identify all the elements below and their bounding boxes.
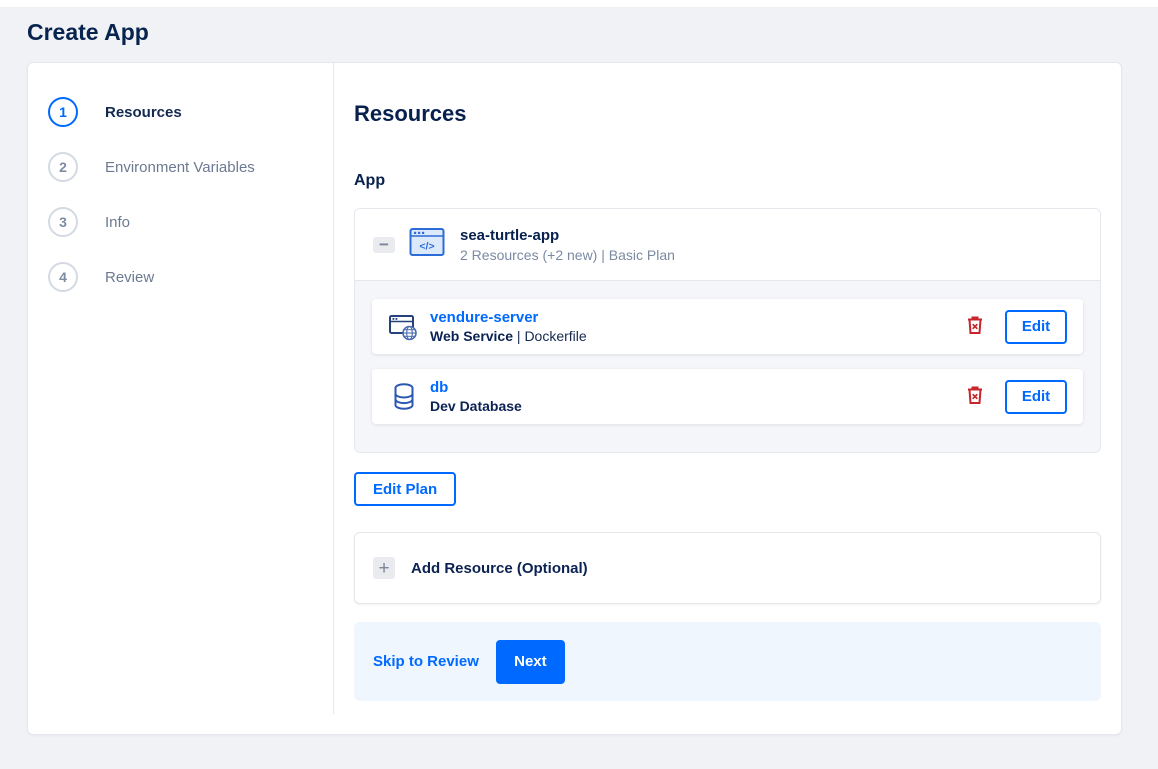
delete-resource-button[interactable] <box>964 313 986 340</box>
resource-titles: vendure-server Web Service | Dockerfile <box>430 309 964 344</box>
step-label: Review <box>105 268 155 286</box>
resource-titles: db Dev Database <box>430 379 964 414</box>
app-meta: 2 Resources (+2 new) | Basic Plan <box>460 246 675 263</box>
resource-detail: Dockerfile <box>524 328 587 344</box>
app-window-icon: </> <box>407 222 447 267</box>
app-card: − </> sea-turtle-app 2 Resources (+2 new… <box>354 208 1101 453</box>
web-service-icon <box>388 311 420 343</box>
app-card-body: vendure-server Web Service | Dockerfile <box>355 280 1100 452</box>
step-label: Info <box>105 213 131 231</box>
page-title: Create App <box>27 19 149 45</box>
resource-subtitle: Web Service | Dockerfile <box>430 328 964 344</box>
database-icon <box>388 382 420 412</box>
wizard-footer: Skip to Review Next <box>354 622 1101 701</box>
step-label: Resources <box>105 103 182 121</box>
step-info[interactable]: 3 Info <box>48 207 334 237</box>
add-resource-expand-button[interactable]: + <box>373 557 395 579</box>
edit-resource-button[interactable]: Edit <box>1005 309 1067 344</box>
step-number-badge: 3 <box>48 207 78 237</box>
create-app-wizard-card: 1 Resources 2 Environment Variables 3 In… <box>27 62 1122 735</box>
step-review[interactable]: 4 Review <box>48 262 334 292</box>
top-strip <box>0 0 1158 7</box>
resource-row-web-service: vendure-server Web Service | Dockerfile <box>372 299 1083 354</box>
resource-type: Dev Database <box>430 398 522 414</box>
trash-icon <box>966 315 984 338</box>
trash-icon <box>966 385 984 408</box>
resource-subtitle: Dev Database <box>430 398 964 414</box>
resource-type: Web Service <box>430 328 514 344</box>
resource-subtitle-separator: | <box>513 328 525 344</box>
wizard-stepper: 1 Resources 2 Environment Variables 3 In… <box>28 63 334 734</box>
minus-icon: − <box>379 235 389 254</box>
app-titles: sea-turtle-app 2 Resources (+2 new) | Ba… <box>460 227 675 263</box>
step-number-badge: 4 <box>48 262 78 292</box>
plus-icon: + <box>378 557 390 579</box>
skip-to-review-link[interactable]: Skip to Review <box>373 653 479 670</box>
add-resource-section[interactable]: + Add Resource (Optional) <box>354 532 1101 604</box>
step-number-badge: 1 <box>48 97 78 127</box>
resource-name-link[interactable]: db <box>430 379 964 396</box>
svg-text:</>: </> <box>419 241 434 253</box>
next-button[interactable]: Next <box>495 639 565 684</box>
app-section-label: App <box>354 172 386 189</box>
delete-resource-button[interactable] <box>964 383 986 410</box>
edit-plan-button[interactable]: Edit Plan <box>354 472 457 506</box>
resources-heading: Resources <box>354 101 467 126</box>
resource-name-link[interactable]: vendure-server <box>430 309 964 326</box>
app-name: sea-turtle-app <box>460 226 560 244</box>
resource-row-database: db Dev Database Edit <box>372 369 1083 424</box>
step-environment-variables[interactable]: 2 Environment Variables <box>48 152 334 182</box>
add-resource-label: Add Resource (Optional) <box>411 559 588 577</box>
app-card-header: − </> sea-turtle-app 2 Resources (+2 new… <box>355 209 1100 280</box>
edit-resource-button[interactable]: Edit <box>1005 379 1067 414</box>
collapse-app-button[interactable]: − <box>373 235 395 254</box>
step-number-badge: 2 <box>48 152 78 182</box>
step-resources[interactable]: 1 Resources <box>48 97 334 127</box>
resources-step-panel: Resources App − </> sea-turtle-app 2 Res… <box>334 63 1121 734</box>
step-label: Environment Variables <box>105 158 255 176</box>
